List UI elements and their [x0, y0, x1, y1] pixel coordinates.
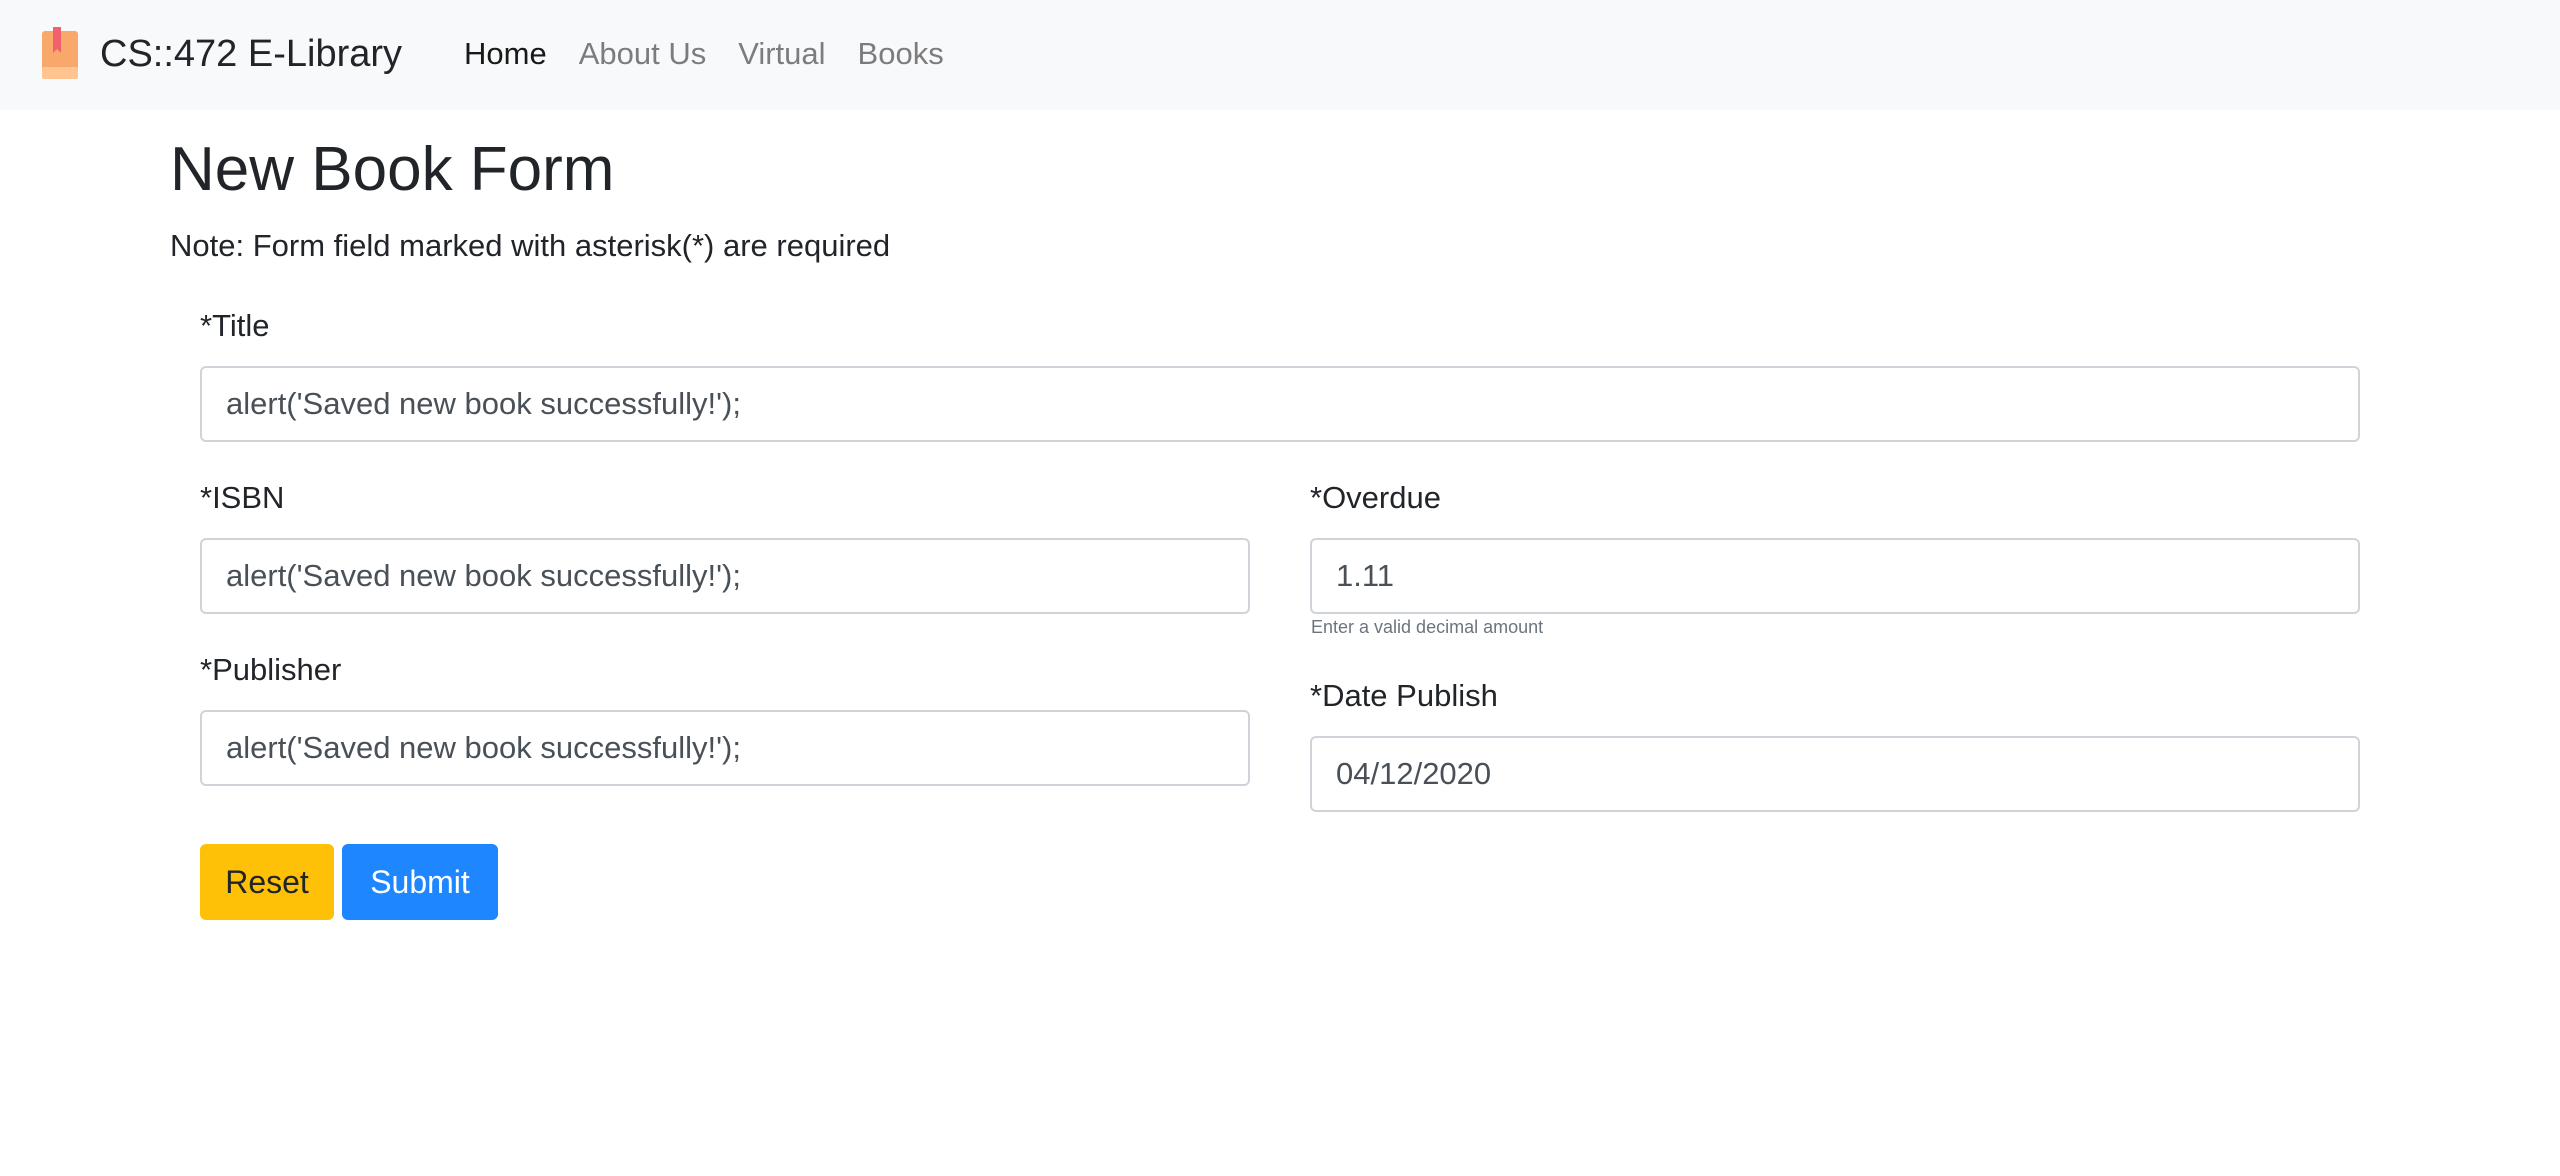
date-publish-label: *Date Publish: [1310, 678, 1498, 713]
nav-link-virtual[interactable]: Virtual: [738, 36, 825, 72]
publisher-label: *Publisher: [200, 652, 342, 687]
isbn-label: *ISBN: [200, 480, 285, 515]
overdue-label: *Overdue: [1310, 480, 1441, 515]
nav-link-books[interactable]: Books: [858, 36, 944, 72]
required-note: Note: Form field marked with asterisk(*)…: [170, 228, 891, 263]
overdue-input[interactable]: [1310, 538, 2360, 614]
nav-links: Home About Us Virtual Books: [464, 30, 976, 78]
brand-name: CS::472 E-Library: [100, 32, 403, 75]
reset-button[interactable]: Reset: [200, 844, 334, 920]
nav-link-home[interactable]: Home: [464, 36, 547, 72]
brand-link[interactable]: CS::472 E-Library: [40, 26, 402, 82]
page-title: New Book Form: [170, 135, 615, 204]
date-publish-input[interactable]: [1310, 736, 2360, 812]
publisher-input[interactable]: [200, 710, 1250, 786]
submit-button[interactable]: Submit: [342, 844, 498, 920]
book-icon: [42, 27, 78, 79]
navbar: CS::472 E-Library Home About Us Virtual …: [0, 0, 2560, 110]
nav-link-about-us[interactable]: About Us: [579, 36, 707, 72]
overdue-help-text: Enter a valid decimal amount: [1311, 617, 1544, 637]
title-label: *Title: [200, 308, 270, 343]
isbn-input[interactable]: [200, 538, 1250, 614]
title-input[interactable]: [200, 366, 2360, 442]
